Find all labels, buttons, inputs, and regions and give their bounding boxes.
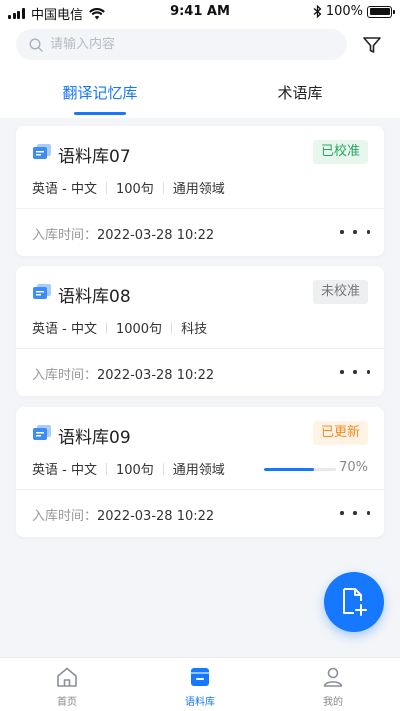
card-divider <box>16 489 384 490</box>
corpus-meta: 英语 - 中文 1000句 科技 <box>32 318 207 337</box>
more-options-icon[interactable] <box>340 224 370 240</box>
tab-terminology[interactable]: 术语库 <box>200 82 400 103</box>
battery-percent: 100% <box>325 4 363 19</box>
card-divider <box>16 208 384 209</box>
add-file-icon <box>343 588 367 616</box>
more-options-icon[interactable] <box>340 505 370 521</box>
import-time-value: 2022-03-28 10:22 <box>97 228 215 243</box>
import-time: 入库时间：2022-03-28 10:22 <box>32 364 214 383</box>
progress-fill <box>264 468 315 471</box>
corpus-title: 语料库07 <box>58 147 131 167</box>
corpus-meta: 英语 - 中文 100句 通用领域 <box>32 178 225 197</box>
header-area: 中国电信 9:41 AM 100% 翻译记忆库 术语库 <box>0 0 400 118</box>
bluetooth-icon <box>313 5 322 18</box>
tabbar-item-home[interactable]: 首页 <box>27 665 107 708</box>
corpus-card[interactable]: 语料库08 未校准 英语 - 中文 1000句 科技 入库时间：2022-03-… <box>16 266 384 396</box>
corpus-card[interactable]: 语料库09 已更新 英语 - 中文 100句 通用领域 70% 入库时间：202… <box>16 407 384 537</box>
corpus-meta: 英语 - 中文 100句 通用领域 <box>32 459 225 478</box>
import-time: 入库时间：2022-03-28 10:22 <box>32 224 214 243</box>
tabbar-label: 语料库 <box>185 697 215 708</box>
home-icon <box>57 667 77 687</box>
progress-bar <box>264 468 336 471</box>
filter-button[interactable] <box>360 33 384 57</box>
tabbar-item-mine[interactable]: 我的 <box>293 665 373 708</box>
tabbar-label: 首页 <box>57 697 77 708</box>
active-tab-indicator <box>74 112 126 115</box>
corpus-title: 语料库09 <box>58 428 131 448</box>
more-options-icon[interactable] <box>340 364 370 380</box>
tabbar-label: 我的 <box>323 697 343 708</box>
language-pair: 英语 - 中文 <box>32 463 97 478</box>
card-divider <box>16 348 384 349</box>
sentence-count: 100句 <box>115 182 154 197</box>
progress-percent: 70% <box>339 460 368 475</box>
domain: 科技 <box>181 322 208 337</box>
document-icon <box>33 144 51 159</box>
import-time-value: 2022-03-28 10:22 <box>97 368 215 383</box>
sentence-count: 100句 <box>115 463 154 478</box>
corpus-card[interactable]: 语料库07 已校准 英语 - 中文 100句 通用领域 入库时间：2022-03… <box>16 126 384 256</box>
add-corpus-button[interactable] <box>324 572 384 632</box>
language-pair: 英语 - 中文 <box>32 322 97 337</box>
tab-bar: 翻译记忆库 术语库 <box>0 74 400 118</box>
battery-icon <box>367 5 395 18</box>
corpus-title: 语料库08 <box>58 287 131 307</box>
search-bar[interactable] <box>16 29 347 60</box>
import-time-label: 入库时间： <box>32 509 98 524</box>
status-badge: 已更新 <box>312 421 368 445</box>
import-time-label: 入库时间： <box>32 228 98 243</box>
user-icon <box>323 667 343 687</box>
sentence-count: 1000句 <box>115 322 163 337</box>
status-badge: 未校准 <box>312 280 368 304</box>
status-bar: 中国电信 9:41 AM 100% <box>0 0 400 24</box>
domain: 通用领域 <box>172 463 225 478</box>
filter-icon <box>363 37 381 53</box>
corpus-icon <box>191 668 209 686</box>
search-icon <box>29 37 43 52</box>
tab-translation-memory[interactable]: 翻译记忆库 <box>0 82 200 103</box>
document-icon <box>33 425 51 440</box>
language-pair: 英语 - 中文 <box>32 182 97 197</box>
import-time: 入库时间：2022-03-28 10:22 <box>32 505 214 524</box>
status-badge: 已校准 <box>312 140 368 164</box>
domain: 通用领域 <box>172 182 225 197</box>
import-time-value: 2022-03-28 10:22 <box>97 509 215 524</box>
document-icon <box>33 284 51 299</box>
search-input[interactable] <box>50 37 310 52</box>
import-time-label: 入库时间： <box>32 368 98 383</box>
bottom-tab-bar: 首页 语料库 我的 <box>0 657 400 711</box>
tabbar-item-corpus[interactable]: 语料库 <box>160 665 240 708</box>
